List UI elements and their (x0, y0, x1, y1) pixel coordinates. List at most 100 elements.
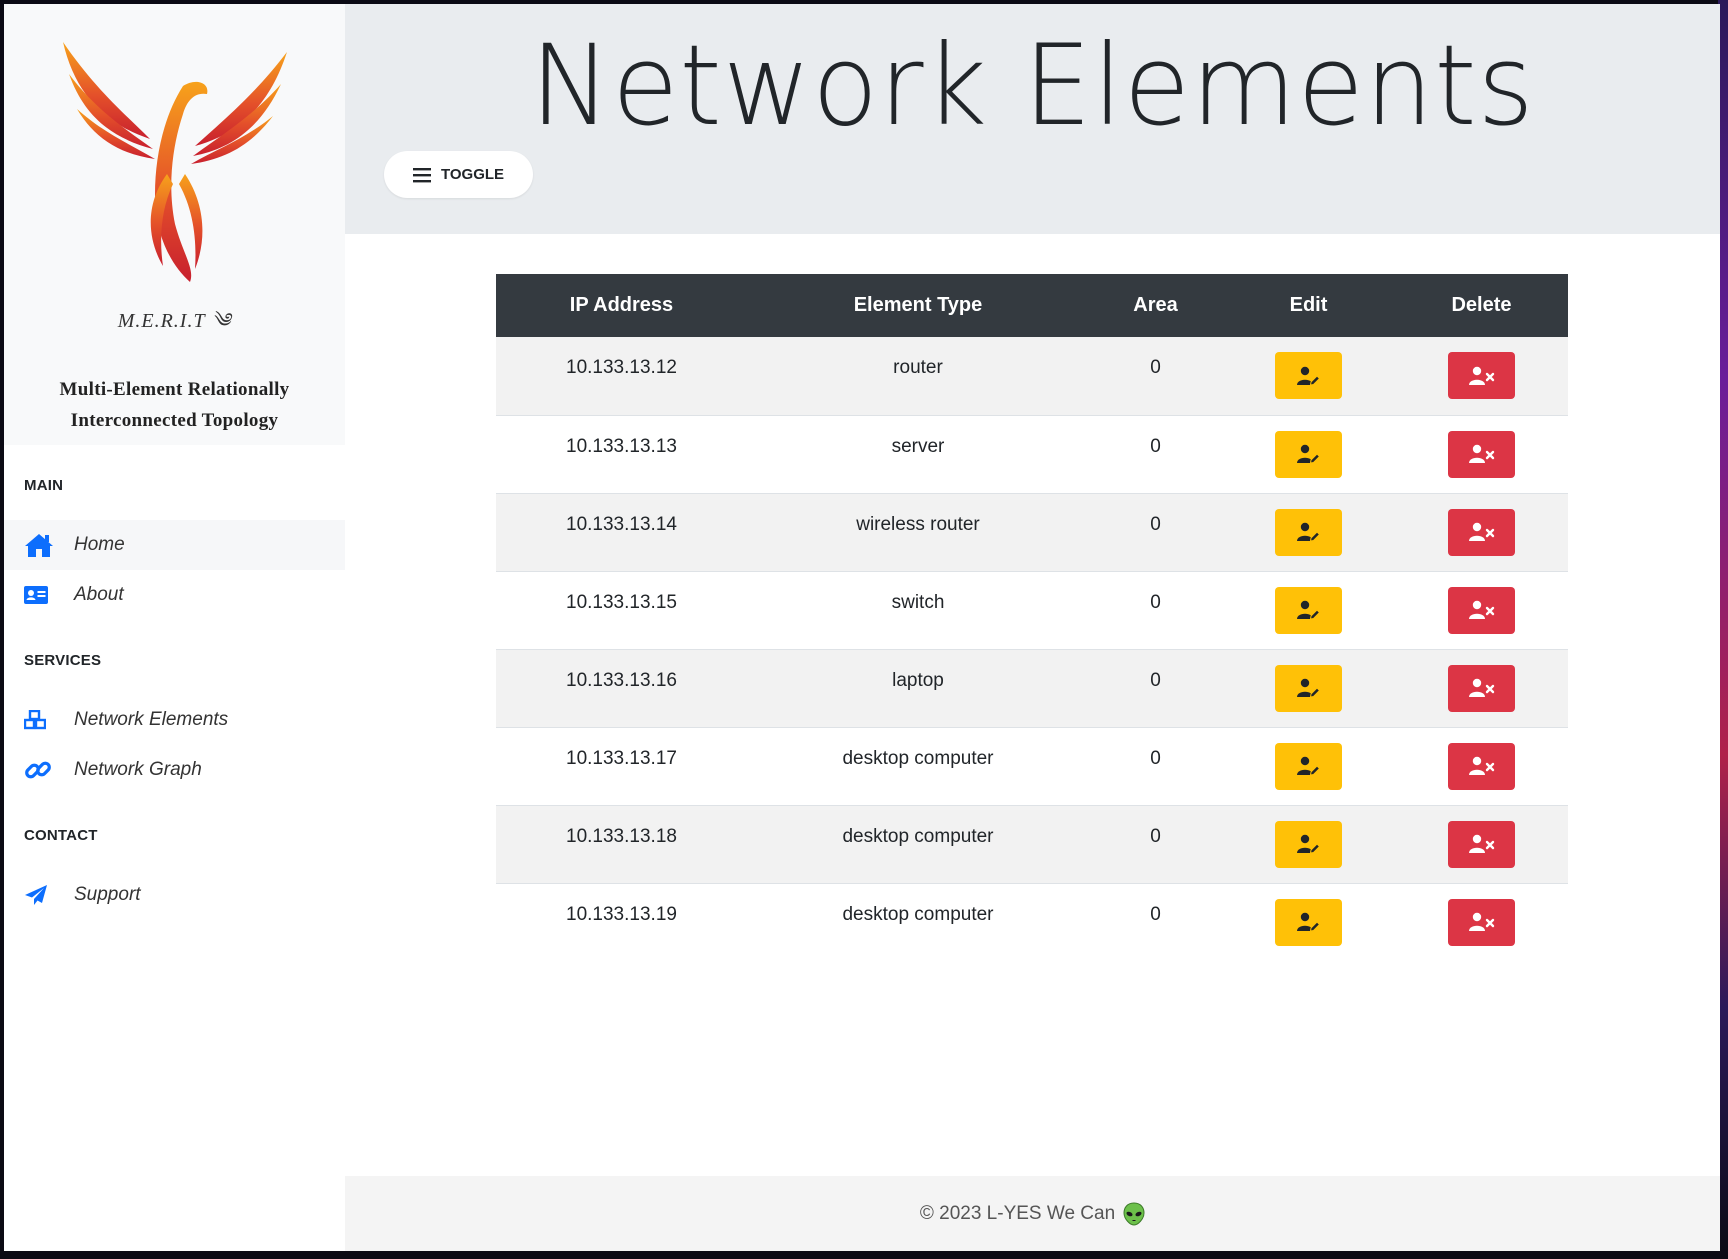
user-remove-icon (1468, 834, 1494, 853)
nav-section-contact: CONTACT (24, 827, 98, 844)
cell-ip: 10.133.13.15 (566, 591, 677, 613)
delete-button[interactable] (1448, 742, 1515, 790)
sidebar-item-label: Network Graph (74, 759, 202, 780)
cell-edit (1222, 649, 1395, 727)
sidebar-item-home[interactable]: Home (4, 520, 345, 570)
delete-button[interactable] (1448, 430, 1515, 478)
cell-delete (1395, 337, 1568, 415)
nav-section-main: MAIN (24, 477, 64, 494)
alien-icon (1123, 1201, 1145, 1226)
brand-panel: M.E.R.I.T ༄ Multi-Element Relationally I… (4, 4, 345, 445)
table-row: 10.133.13.13 server 0 (496, 415, 1568, 493)
user-edit-icon (1296, 912, 1320, 932)
cell-element-type: desktop computer (842, 747, 994, 769)
delete-button[interactable] (1448, 352, 1515, 399)
page-header: Network Elements TOGGLE (345, 4, 1720, 234)
brand-short-name: M.E.R.I.T ༄ (117, 310, 232, 332)
table-row: 10.133.13.16 laptop 0 (496, 649, 1568, 727)
cell-ip: 10.133.13.16 (566, 669, 677, 691)
cell-area: 0 (1150, 435, 1161, 457)
cell-element-type: router (893, 357, 943, 378)
table-row: 10.133.13.14 wireless router 0 (496, 493, 1568, 571)
cell-edit (1222, 883, 1395, 961)
sidebar-item-network-elements[interactable]: Network Elements (4, 695, 345, 745)
toggle-label: TOGGLE (440, 166, 505, 183)
cell-ip: 10.133.13.14 (566, 513, 677, 535)
edit-button[interactable] (1275, 742, 1342, 790)
link-icon (24, 755, 60, 785)
content-area: IP Address Element Type Area Edit Delete… (345, 234, 1720, 1176)
footer: © 2023 L-YES We Can (345, 1176, 1720, 1251)
user-remove-icon (1468, 756, 1494, 775)
cell-delete (1395, 415, 1568, 493)
sidebar-item-about[interactable]: About (4, 570, 345, 620)
brand-long-line2: Interconnected Topology (70, 410, 279, 431)
delete-button[interactable] (1448, 586, 1515, 634)
sidebar-item-network-graph[interactable]: Network Graph (4, 745, 345, 795)
sidebar-item-label: About (74, 584, 124, 605)
sidebar-item-label: Home (74, 534, 125, 555)
cell-area: 0 (1150, 747, 1161, 769)
user-remove-icon (1468, 600, 1494, 619)
delete-button[interactable] (1448, 898, 1515, 946)
cell-ip: 10.133.13.13 (566, 435, 677, 457)
delete-button[interactable] (1448, 820, 1515, 868)
column-header-edit: Edit (1222, 274, 1395, 337)
hamburger-icon (412, 167, 431, 182)
edit-button[interactable] (1275, 820, 1342, 868)
table-row: 10.133.13.19 desktop computer 0 (496, 883, 1568, 961)
user-edit-icon (1296, 444, 1320, 464)
table-row: 10.133.13.12 router 0 (496, 337, 1568, 415)
sidebar-item-support[interactable]: Support (4, 870, 345, 920)
nav-section-services: SERVICES (24, 652, 102, 669)
cell-ip: 10.133.13.12 (566, 357, 677, 378)
cell-delete (1395, 883, 1568, 961)
cell-area: 0 (1150, 513, 1161, 535)
user-edit-icon (1296, 756, 1320, 776)
user-remove-icon (1468, 444, 1494, 463)
cell-delete (1395, 649, 1568, 727)
cell-ip: 10.133.13.19 (566, 903, 677, 925)
cell-area: 0 (1150, 825, 1161, 847)
user-edit-icon (1296, 678, 1320, 698)
main-area: Network Elements TOGGLE IP Address Eleme… (345, 4, 1720, 1251)
cell-edit (1222, 493, 1395, 571)
table-row: 10.133.13.18 desktop computer 0 (496, 805, 1568, 883)
user-remove-icon (1468, 522, 1494, 541)
cell-ip: 10.133.13.17 (566, 747, 677, 769)
cell-element-type: desktop computer (842, 903, 994, 925)
edit-button[interactable] (1275, 430, 1342, 478)
page-title: Network Elements (530, 22, 1535, 151)
table-header-row: IP Address Element Type Area Edit Delete (496, 274, 1568, 337)
sidebar-item-label: Support (74, 884, 141, 905)
cell-edit (1222, 415, 1395, 493)
brand-long-line1: Multi-Element Relationally (59, 379, 290, 400)
edit-button[interactable] (1275, 586, 1342, 634)
cell-element-type: wireless router (856, 513, 980, 535)
table-row: 10.133.13.17 desktop computer 0 (496, 727, 1568, 805)
cell-edit (1222, 337, 1395, 415)
edit-button[interactable] (1275, 508, 1342, 556)
cell-area: 0 (1150, 357, 1161, 378)
table-body: 10.133.13.12 router 0 10.133.13.13 serve… (496, 337, 1568, 961)
user-edit-icon (1296, 834, 1320, 854)
footer-text: © 2023 L-YES We Can (919, 1202, 1116, 1224)
home-icon (24, 530, 60, 560)
edit-button[interactable] (1275, 352, 1342, 399)
toggle-sidebar-button[interactable]: TOGGLE (384, 151, 533, 198)
delete-button[interactable] (1448, 664, 1515, 712)
cell-element-type: laptop (892, 669, 944, 691)
paper-plane-icon (24, 880, 60, 910)
edit-button[interactable] (1275, 664, 1342, 712)
cell-delete (1395, 805, 1568, 883)
column-header-delete: Delete (1395, 274, 1568, 337)
app-window: M.E.R.I.T ༄ Multi-Element Relationally I… (4, 4, 1720, 1251)
cell-ip: 10.133.13.18 (566, 825, 677, 847)
cubes-icon (24, 705, 60, 735)
column-header-ip: IP Address (496, 274, 747, 337)
id-card-icon (24, 580, 60, 610)
network-elements-table: IP Address Element Type Area Edit Delete… (496, 274, 1568, 961)
edit-button[interactable] (1275, 898, 1342, 946)
cell-delete (1395, 727, 1568, 805)
delete-button[interactable] (1448, 508, 1515, 556)
